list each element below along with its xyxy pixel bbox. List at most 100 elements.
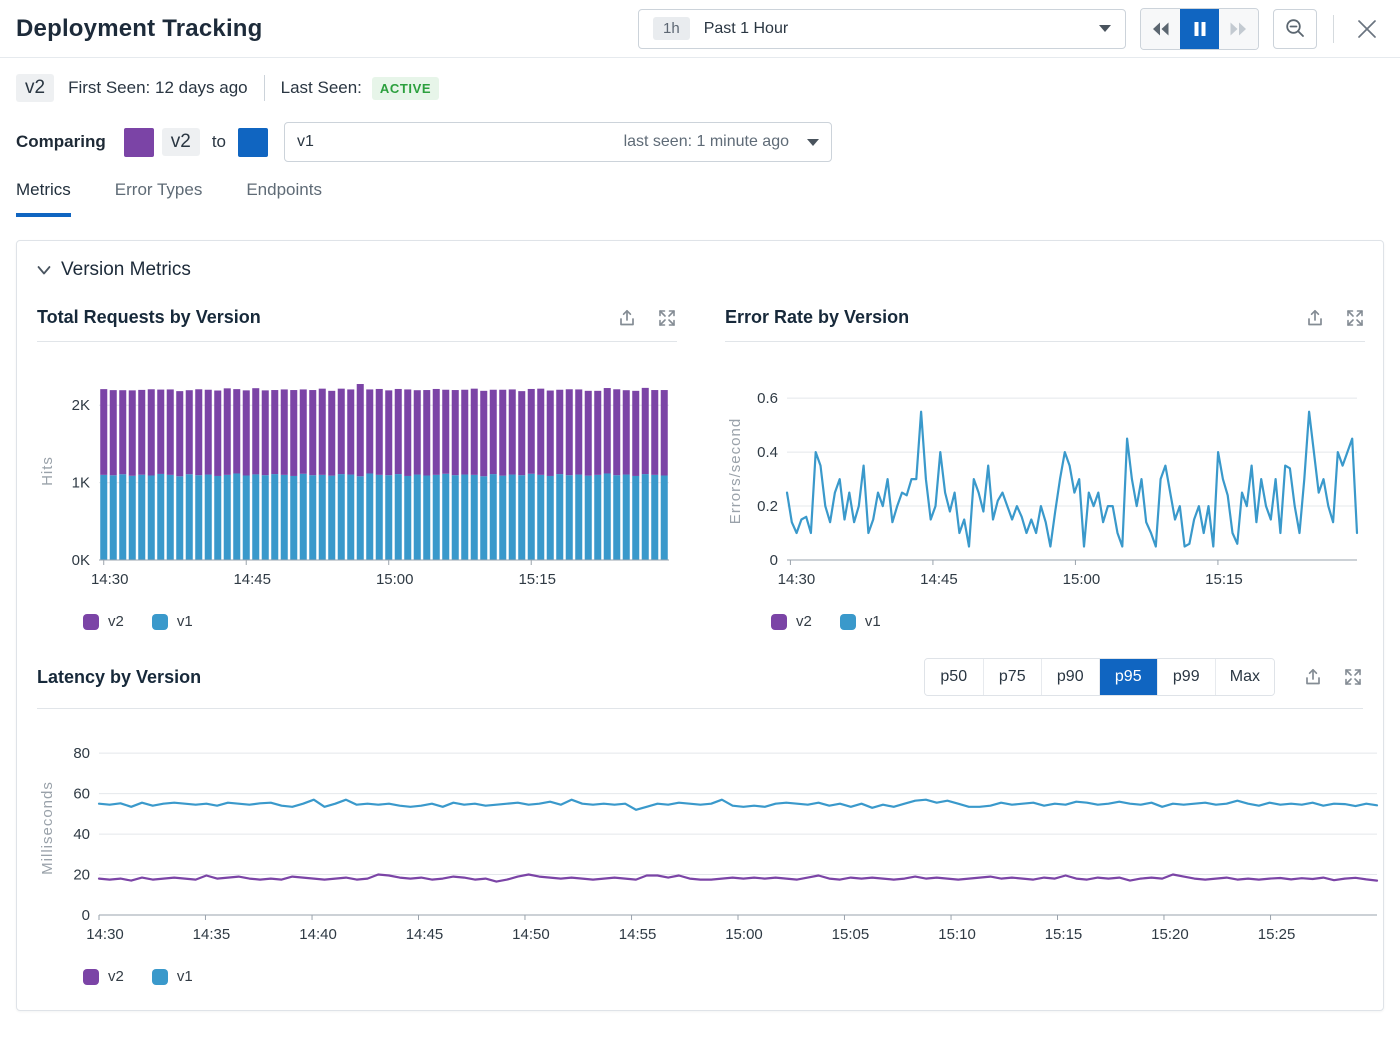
compare-version-dropdown[interactable]: v1 last seen: 1 minute ago — [284, 122, 832, 162]
chart-title-latency: Latency by Version — [37, 666, 202, 687]
v2-color-swatch — [83, 613, 99, 630]
percentile-selector: p50 p75 p90 p95 p99 Max — [923, 658, 1275, 696]
divider — [263, 75, 265, 101]
rewind-icon — [1153, 22, 1169, 35]
version-metrics-card: Version Metrics Total Requests by Versio… — [16, 240, 1384, 1011]
percentile-p95[interactable]: p95 — [1098, 659, 1157, 695]
export-button[interactable] — [1303, 667, 1323, 687]
last-seen-label: Last Seen: — [280, 78, 362, 97]
version-chip: v2 — [16, 74, 55, 102]
percentile-p90[interactable]: p90 — [1040, 659, 1099, 695]
header-divider — [1333, 14, 1334, 43]
v1-color-swatch — [151, 613, 168, 630]
svg-text:0: 0 — [770, 552, 778, 569]
x-icon — [1358, 19, 1376, 38]
svg-text:14:35: 14:35 — [193, 926, 231, 943]
svg-text:14:30: 14:30 — [778, 571, 816, 588]
legend-item-v2[interactable]: v2 — [83, 968, 124, 985]
caret-down-icon — [1099, 25, 1111, 32]
page-title: Deployment Tracking — [16, 14, 263, 42]
first-seen-text: First Seen: 12 days ago — [68, 78, 248, 97]
latency-chart: 0 20 40 60 80 Milliseconds 14:30 14:35 14:40 14:4… — [39, 745, 1379, 943]
magnifier-minus-icon — [1285, 19, 1304, 37]
legend-item-v2[interactable]: v2 — [771, 613, 812, 630]
chart-legend: v2 v1 — [83, 968, 1363, 985]
svg-text:14:45: 14:45 — [406, 926, 444, 943]
svg-text:Hits: Hits — [39, 456, 56, 486]
error-rate-chart: 0 0.2 0.4 0.6 Errors/second 14:30 14:45 15:00 15… — [727, 390, 1359, 588]
tab-metrics[interactable]: Metrics — [16, 180, 71, 217]
svg-text:14:30: 14:30 — [91, 571, 129, 588]
close-button[interactable] — [1350, 12, 1384, 46]
export-button[interactable] — [1305, 308, 1325, 328]
svg-text:14:30: 14:30 — [86, 926, 124, 943]
latency-chart-panel: Latency by Version p50 p75 p90 p95 p99 M… — [37, 658, 1379, 985]
percentile-p50[interactable]: p50 — [924, 659, 983, 695]
svg-text:20: 20 — [73, 867, 90, 884]
chart-legend: v2 v1 — [83, 613, 677, 630]
version-summary-bar: v2 First Seen: 12 days ago Last Seen: AC… — [0, 58, 1400, 118]
expand-button[interactable] — [1345, 308, 1365, 328]
svg-text:Milliseconds: Milliseconds — [39, 781, 56, 875]
svg-text:40: 40 — [73, 826, 90, 843]
v1-color-swatch — [839, 613, 856, 630]
status-badge: ACTIVE — [371, 76, 440, 100]
pause-button[interactable] — [1180, 8, 1219, 49]
percentile-max[interactable]: Max — [1214, 659, 1274, 695]
legend-item-v1[interactable]: v1 — [151, 968, 193, 985]
svg-text:15:15: 15:15 — [518, 571, 556, 588]
export-icon — [1308, 309, 1322, 325]
svg-text:14:55: 14:55 — [619, 926, 657, 943]
zoom-out-button[interactable] — [1273, 8, 1317, 49]
svg-text:0.2: 0.2 — [757, 498, 778, 515]
section-title: Version Metrics — [61, 259, 191, 280]
percentile-p99[interactable]: p99 — [1156, 659, 1215, 695]
legend-item-v2[interactable]: v2 — [83, 613, 124, 630]
comparing-version-chip: v2 — [161, 128, 200, 156]
export-icon — [620, 309, 634, 325]
comparing-label: Comparing — [16, 132, 106, 151]
chevron-down-icon — [37, 265, 51, 274]
svg-text:14:50: 14:50 — [512, 926, 550, 943]
svg-text:15:00: 15:00 — [376, 571, 414, 588]
v2-color-swatch — [83, 968, 99, 985]
legend-item-v1[interactable]: v1 — [839, 613, 881, 630]
time-range-badge: 1h — [653, 17, 690, 40]
svg-text:15:00: 15:00 — [725, 926, 763, 943]
time-range-dropdown[interactable]: 1h Past 1 Hour — [638, 8, 1126, 49]
total-requests-chart-panel: Total Requests by Version 0K 1K 2K Hits … — [37, 307, 677, 630]
compare-version-selected: v1 — [297, 133, 314, 150]
v2-color-swatch — [771, 613, 787, 630]
v2-color-swatch — [123, 127, 154, 157]
export-button[interactable] — [617, 308, 637, 328]
svg-text:0.6: 0.6 — [757, 390, 778, 407]
time-range-label: Past 1 Hour — [703, 19, 789, 37]
expand-button[interactable] — [1343, 667, 1363, 687]
total-requests-chart: 0K 1K 2K Hits 14:30 14:45 15:00 15:15 — [39, 384, 669, 588]
fast-forward-button[interactable] — [1219, 8, 1258, 49]
svg-text:0: 0 — [82, 907, 90, 924]
svg-text:15:15: 15:15 — [1205, 571, 1243, 588]
tab-endpoints[interactable]: Endpoints — [246, 180, 322, 217]
legend-item-v1[interactable]: v1 — [151, 613, 193, 630]
svg-text:15:15: 15:15 — [1045, 926, 1083, 943]
svg-text:80: 80 — [73, 745, 90, 762]
pause-icon — [1194, 21, 1205, 36]
svg-text:0K: 0K — [72, 552, 90, 569]
rewind-button[interactable] — [1141, 8, 1180, 49]
percentile-p75[interactable]: p75 — [982, 659, 1041, 695]
tab-error-types[interactable]: Error Types — [115, 180, 203, 217]
svg-text:Errors/second: Errors/second — [727, 418, 744, 524]
svg-text:15:10: 15:10 — [938, 926, 976, 943]
svg-text:14:45: 14:45 — [233, 571, 271, 588]
export-icon — [1306, 668, 1320, 685]
fast-forward-icon — [1230, 22, 1246, 35]
expand-button[interactable] — [657, 308, 677, 328]
section-header-version-metrics[interactable]: Version Metrics — [37, 259, 1363, 281]
expand-icon — [1347, 309, 1363, 326]
svg-text:14:45: 14:45 — [920, 571, 958, 588]
caret-down-icon — [807, 138, 819, 146]
error-rate-chart-panel: Error Rate by Version 0 0.2 0.4 0.6 Erro… — [725, 307, 1365, 630]
svg-text:15:25: 15:25 — [1258, 926, 1296, 943]
v1-color-swatch — [151, 968, 168, 985]
